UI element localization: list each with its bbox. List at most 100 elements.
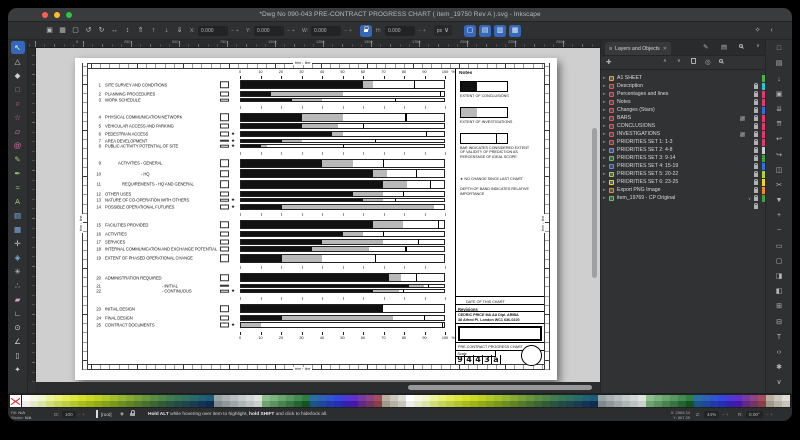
layer-row[interactable]: ▸INVESTIGATIONS xyxy=(601,130,765,138)
layer-row[interactable]: ▸ Changes (Stars) xyxy=(601,106,765,114)
palette-swatch[interactable] xyxy=(414,401,422,407)
deselect-icon[interactable]: ▢ xyxy=(70,25,81,36)
shape-builder-tool-icon[interactable]: ◆ xyxy=(11,69,25,82)
expand-chevron-icon[interactable]: ▸ xyxy=(603,75,605,81)
palette-swatch[interactable] xyxy=(238,401,246,407)
layer-row[interactable]: ▸ A1 SHEET xyxy=(601,74,765,82)
palette-swatch[interactable] xyxy=(270,401,278,407)
layer-name[interactable]: PRIORITIES SET 1: 1-3 xyxy=(617,139,673,145)
zoom-drawing-icon[interactable]: ▭ xyxy=(772,240,786,253)
palette-swatch[interactable] xyxy=(22,401,30,407)
opacity-field[interactable]: 100 xyxy=(62,411,76,418)
palette-swatch[interactable] xyxy=(94,401,102,407)
palette-swatch[interactable] xyxy=(118,401,126,407)
y-spinner[interactable]: − + xyxy=(287,28,295,34)
palette-swatch[interactable] xyxy=(518,401,526,407)
palette-swatch[interactable] xyxy=(726,401,734,407)
palette-swatch[interactable] xyxy=(694,401,702,407)
text-tool-icon[interactable]: A xyxy=(11,195,25,208)
palette-swatch[interactable] xyxy=(190,401,198,407)
palette-swatch[interactable] xyxy=(30,401,38,407)
star-tool-icon[interactable]: ☆ xyxy=(11,111,25,124)
palette-swatch[interactable] xyxy=(710,401,718,407)
palette-swatch[interactable] xyxy=(230,401,238,407)
tab-find-icon[interactable] xyxy=(739,43,743,50)
scale-corners-toggle[interactable]: ▤ xyxy=(479,25,491,37)
expand-chevron-icon[interactable]: ▸ xyxy=(603,187,605,193)
layer-row[interactable]: ▸PRIORITIES SET 2: 4-8 xyxy=(601,146,765,154)
palette-swatch[interactable] xyxy=(78,401,86,407)
palette-swatch[interactable] xyxy=(566,401,574,407)
palette-swatch[interactable] xyxy=(478,401,486,407)
lower-icon[interactable]: ↓ xyxy=(161,25,172,36)
move-layer-down-icon[interactable]: ∨ xyxy=(677,58,681,64)
add-layer-icon[interactable]: ✚ xyxy=(606,58,611,66)
layer-icon[interactable] xyxy=(609,124,614,129)
print-icon[interactable]: ▣ xyxy=(772,88,786,101)
selector-tool-icon[interactable]: ↖ xyxy=(11,41,25,54)
move-layer-up-icon[interactable]: ∧ xyxy=(663,58,667,64)
palette-swatch[interactable] xyxy=(62,401,70,407)
snap-popover-chevron-icon[interactable]: ‹ xyxy=(766,25,777,36)
palette-swatch[interactable] xyxy=(574,401,582,407)
layer-icon[interactable] xyxy=(609,140,614,145)
palette-swatch[interactable] xyxy=(286,401,294,407)
layer-name[interactable]: PRIORITIES SET 4: 15-19 xyxy=(617,163,678,169)
palette-swatch[interactable] xyxy=(758,401,766,407)
h-field[interactable]: 0.000 xyxy=(385,26,415,36)
x-field[interactable]: 0.000 xyxy=(198,26,228,36)
lock-icon[interactable] xyxy=(754,196,759,214)
palette-swatch[interactable] xyxy=(294,401,302,407)
layer-name[interactable]: A1 SHEET xyxy=(617,75,642,81)
select-all-icon[interactable]: ▣ xyxy=(44,25,55,36)
layer-name[interactable]: Notes xyxy=(617,99,631,105)
palette-swatch[interactable] xyxy=(86,401,94,407)
layer-name[interactable]: Export PNG Image xyxy=(617,187,661,193)
dropper-tool-icon[interactable]: ✛ xyxy=(11,237,25,250)
rotate-cw-icon[interactable]: ↻ xyxy=(96,25,107,36)
expand-chevron-icon[interactable]: ▸ xyxy=(603,107,605,113)
copy-icon[interactable]: ◫ xyxy=(772,164,786,177)
folder-open-icon[interactable]: ▤ xyxy=(772,57,786,70)
document-page[interactable]: trim ↓ line trim ↑ line trim ↓ line trim… xyxy=(75,58,557,380)
palette-swatch[interactable] xyxy=(366,401,374,407)
palette-swatch[interactable] xyxy=(166,401,174,407)
palette-swatch[interactable] xyxy=(430,401,438,407)
close-button[interactable] xyxy=(42,12,48,18)
pen-tool-icon[interactable]: ✒ xyxy=(11,167,25,180)
palette-swatch[interactable] xyxy=(222,401,230,407)
lower-to-bottom-icon[interactable]: ⇓ xyxy=(174,25,185,36)
text-dialog-icon[interactable]: T xyxy=(772,331,786,344)
palette-swatch[interactable] xyxy=(678,401,686,407)
layer-name[interactable]: BARS xyxy=(617,115,631,121)
expand-chevron-icon[interactable]: ▸ xyxy=(603,195,605,201)
box-3d-tool-icon[interactable]: ▱ xyxy=(11,125,25,138)
panel-menu-chevron-icon[interactable]: ∨ xyxy=(756,43,760,49)
layer-lock-icon[interactable] xyxy=(130,412,135,417)
layer-name[interactable]: Changes (Stars) xyxy=(617,107,655,113)
opacity-spinner[interactable]: − + xyxy=(78,412,85,417)
palette-swatch[interactable] xyxy=(110,401,118,407)
layer-name[interactable]: Description xyxy=(617,83,643,89)
palette-swatch[interactable] xyxy=(54,401,62,407)
palette-swatch[interactable] xyxy=(462,401,470,407)
palette-swatch[interactable] xyxy=(318,401,326,407)
palette-swatch[interactable] xyxy=(734,401,742,407)
layer-name[interactable]: PRIORITIES SET 6: 23-25 xyxy=(617,179,678,185)
commands-overflow-chevron-icon[interactable]: ∨ xyxy=(772,376,786,389)
palette-swatch[interactable] xyxy=(702,401,710,407)
palette-swatch[interactable] xyxy=(350,401,358,407)
layer-name[interactable]: PRIORITIES SET 3: 9-14 xyxy=(617,155,675,161)
zoom-spinner[interactable]: − + xyxy=(722,412,729,417)
layer-row[interactable]: ▸PRIORITIES SET 3: 9-14 xyxy=(601,154,765,162)
zoom-page-icon[interactable]: ▢ xyxy=(772,255,786,268)
vertical-ruler[interactable] xyxy=(28,48,36,382)
palette-swatch[interactable] xyxy=(142,401,150,407)
tab-export-icon[interactable]: ▤ xyxy=(721,43,727,51)
expand-chevron-icon[interactable]: ▸ xyxy=(603,115,605,121)
layer-row[interactable]: ▸PRIORITIES SET 5: 20-22 xyxy=(601,170,765,178)
palette-swatch[interactable] xyxy=(774,401,782,407)
palette-swatch[interactable] xyxy=(502,401,510,407)
document-save-icon[interactable]: ↓ xyxy=(772,73,786,86)
palette-swatch[interactable] xyxy=(598,401,606,407)
